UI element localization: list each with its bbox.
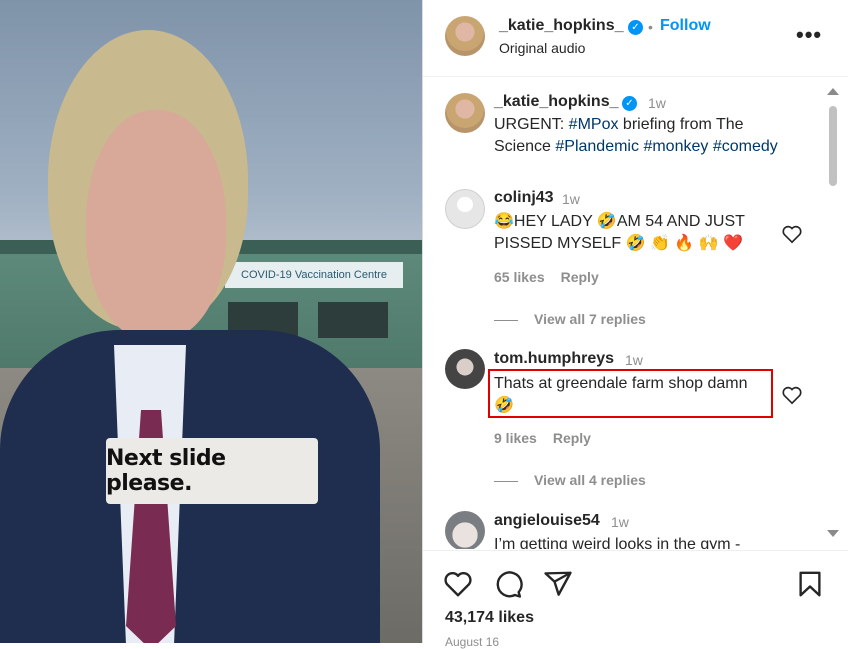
- replies-line: [494, 480, 518, 482]
- reply-button[interactable]: Reply: [553, 430, 591, 446]
- comment-heart-icon[interactable]: [781, 385, 803, 405]
- comment-meta: 65 likes Reply: [494, 269, 615, 285]
- follow-button[interactable]: Follow: [660, 17, 711, 35]
- author-avatar[interactable]: [445, 93, 485, 133]
- comment-text: I’m getting weird looks in the gym -: [494, 536, 741, 549]
- building-window: [318, 302, 388, 338]
- comment-text: 😂HEY LADY 🤣AM 54 AND JUST PISSED MYSELF 🤣…: [494, 213, 745, 252]
- commenter-avatar[interactable]: [445, 511, 485, 549]
- building-sign: COVID-19 Vaccination Centre: [225, 262, 403, 288]
- comment-time: 1w: [562, 191, 580, 207]
- post-date: August 16: [445, 635, 500, 649]
- scroll-thumb[interactable]: [829, 106, 837, 186]
- heart-icon[interactable]: [443, 569, 473, 599]
- comment-likes[interactable]: 9 likes: [494, 430, 537, 446]
- commenter-avatar[interactable]: [445, 189, 485, 229]
- post-panel: _katie_hopkins_ ✓ • Follow Original audi…: [422, 0, 848, 649]
- person-face: [86, 110, 226, 340]
- video-caption: Next slide please.: [106, 438, 318, 504]
- verified-icon: ✓: [628, 20, 643, 35]
- comment-username[interactable]: tom.humphreys: [494, 350, 614, 368]
- comment-username[interactable]: angielouise54: [494, 512, 600, 530]
- comment-username[interactable]: colinj43: [494, 189, 554, 207]
- hashtag-link[interactable]: #MPox: [569, 116, 619, 133]
- replies-line: [494, 319, 518, 321]
- comment-time: 1w: [625, 352, 643, 368]
- scroll-down-arrow[interactable]: [827, 530, 839, 537]
- author-avatar[interactable]: [445, 16, 485, 56]
- hashtag-link[interactable]: #monkey: [643, 138, 708, 155]
- comment-icon[interactable]: [493, 569, 523, 599]
- post-media[interactable]: COVID-19 Vaccination Centre Next slide p…: [0, 0, 422, 643]
- hashtag-link[interactable]: #Plandemic: [555, 138, 639, 155]
- caption-username[interactable]: _katie_hopkins_: [494, 93, 619, 111]
- comments-list[interactable]: _katie_hopkins_ ✓ 1w URGENT: #MPox brief…: [423, 77, 848, 549]
- hashtag-link[interactable]: #comedy: [713, 138, 778, 155]
- caption-time: 1w: [648, 95, 666, 111]
- view-replies-button[interactable]: View all 7 replies: [494, 311, 646, 327]
- reply-button[interactable]: Reply: [561, 269, 599, 285]
- highlight-box: [488, 369, 773, 418]
- scroll-up-arrow[interactable]: [827, 88, 839, 95]
- commenter-avatar[interactable]: [445, 349, 485, 389]
- more-icon[interactable]: •••: [796, 22, 822, 48]
- audio-label[interactable]: Original audio: [499, 40, 585, 56]
- comment-likes[interactable]: 65 likes: [494, 269, 545, 285]
- post-actions: 43,174 likes August 16: [423, 550, 848, 649]
- view-replies-button[interactable]: View all 4 replies: [494, 472, 646, 488]
- bookmark-icon[interactable]: [795, 569, 825, 599]
- post-header: _katie_hopkins_ ✓ • Follow Original audi…: [423, 0, 848, 77]
- author-username[interactable]: _katie_hopkins_: [499, 17, 624, 35]
- verified-icon: ✓: [622, 96, 637, 111]
- comment-meta: 9 likes Reply: [494, 430, 607, 446]
- separator-dot: •: [648, 19, 653, 35]
- comments-scrollbar[interactable]: [824, 84, 840, 544]
- likes-count[interactable]: 43,174 likes: [445, 609, 534, 627]
- post-caption: URGENT: #MPox briefing from The Science …: [494, 116, 778, 155]
- share-icon[interactable]: [543, 569, 573, 599]
- comment-heart-icon[interactable]: [781, 224, 803, 244]
- comment-time: 1w: [611, 514, 629, 530]
